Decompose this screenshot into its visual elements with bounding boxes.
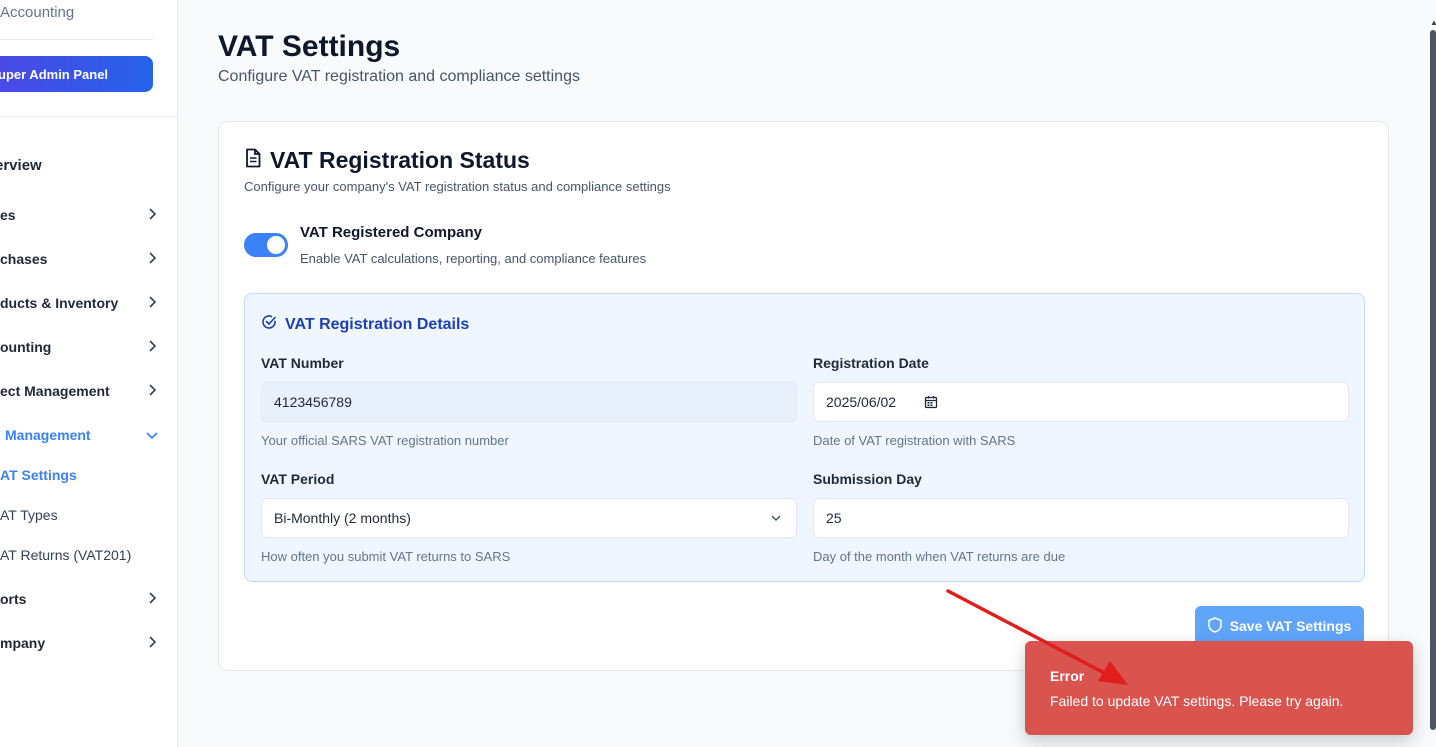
chevron-right-icon: [144, 383, 160, 399]
toast-message: Failed to update VAT settings. Please tr…: [1050, 693, 1344, 709]
sidebar-item-label: ducts & Inventory: [0, 295, 119, 311]
sidebar-item-sales[interactable]: es: [0, 203, 160, 227]
chevron-right-icon: [144, 251, 160, 267]
details-title-text: VAT Registration Details: [285, 315, 470, 333]
chevron-down-icon: [144, 427, 160, 443]
card-title: VAT Registration Status: [244, 147, 530, 174]
vat-number-label: VAT Number: [261, 355, 344, 371]
chevron-right-icon: [144, 591, 160, 607]
sidebar-divider: [0, 39, 153, 40]
sidebar-item-vat-management[interactable]: Management: [0, 423, 160, 447]
page-title: VAT Settings: [218, 30, 401, 63]
registration-date-value: 2025/06/02: [826, 394, 897, 410]
sidebar-item-label: orts: [0, 591, 27, 607]
registration-date-help: Date of VAT registration with SARS: [813, 433, 1016, 448]
sidebar-divider: [0, 116, 177, 117]
sidebar-item-label: chases: [0, 251, 48, 267]
vat-number-value: 4123456789: [274, 394, 352, 410]
toggle-description: Enable VAT calculations, reporting, and …: [300, 251, 647, 266]
page-scrollbar[interactable]: [1430, 30, 1436, 730]
vat-number-input[interactable]: 4123456789: [261, 382, 797, 422]
scroll-up-icon[interactable]: ▲: [1430, 18, 1436, 27]
document-icon: [244, 147, 262, 174]
registration-date-label: Registration Date: [813, 355, 929, 371]
card-title-text: VAT Registration Status: [270, 147, 530, 173]
sidebar-item-label: ect Management: [0, 383, 110, 399]
toggle-label: VAT Registered Company: [300, 224, 482, 241]
sidebar-item-project-management[interactable]: ect Management: [0, 379, 160, 403]
toggle-knob: [267, 236, 285, 254]
sidebar-item-products-inventory[interactable]: ducts & Inventory: [0, 291, 160, 315]
super-admin-panel-button[interactable]: uper Admin Panel: [0, 56, 153, 92]
vat-period-value: Bi-Monthly (2 months): [274, 510, 411, 526]
submission-day-value: 25: [826, 510, 842, 526]
submission-day-input[interactable]: 25: [813, 498, 1349, 538]
save-button-label: Save VAT Settings: [1229, 618, 1352, 634]
annotation-arrow-icon: [946, 589, 1128, 685]
sidebar-item-overview[interactable]: erview: [0, 157, 42, 174]
submission-day-help: Day of the month when VAT returns are du…: [813, 549, 1066, 564]
sidebar: Accounting uper Admin Panel erview es ch…: [0, 0, 178, 747]
chevron-down-icon: [770, 511, 782, 527]
brand-subtitle: Accounting: [0, 4, 75, 21]
submission-day-label: Submission Day: [813, 471, 922, 487]
sidebar-subitem-vat-returns[interactable]: AT Returns (VAT201): [0, 547, 131, 563]
sidebar-item-label: ounting: [0, 339, 52, 355]
card-subtitle: Configure your company's VAT registratio…: [244, 179, 671, 194]
shield-icon: [1207, 616, 1222, 636]
sidebar-item-accounting[interactable]: ounting: [0, 335, 160, 359]
chevron-right-icon: [144, 207, 160, 223]
sidebar-subitem-vat-types[interactable]: AT Types: [0, 507, 58, 523]
details-title: VAT Registration Details: [261, 314, 469, 335]
sidebar-item-company[interactable]: mpany: [0, 631, 160, 655]
calendar-icon[interactable]: [924, 395, 938, 409]
sidebar-subitem-vat-settings[interactable]: AT Settings: [0, 467, 77, 483]
page-subtitle: Configure VAT registration and complianc…: [218, 68, 580, 85]
check-circle-icon: [261, 314, 277, 335]
sidebar-item-label: Management: [5, 427, 91, 443]
vat-registered-toggle[interactable]: [244, 233, 288, 257]
vat-registration-details-panel: VAT Registration Details VAT Number 4123…: [244, 293, 1365, 582]
sidebar-item-label: mpany: [0, 635, 46, 651]
vat-period-help: How often you submit VAT returns to SARS: [261, 549, 511, 564]
sidebar-item-purchases[interactable]: chases: [0, 247, 160, 271]
vat-number-help: Your official SARS VAT registration numb…: [261, 433, 509, 448]
sidebar-item-label: es: [0, 207, 16, 223]
vat-period-label: VAT Period: [261, 471, 335, 487]
chevron-right-icon: [144, 295, 160, 311]
vat-registration-card: VAT Registration Status Configure your c…: [218, 121, 1389, 671]
vat-period-select[interactable]: Bi-Monthly (2 months): [261, 498, 797, 538]
chevron-right-icon: [144, 339, 160, 355]
registration-date-input[interactable]: 2025/06/02: [813, 382, 1349, 422]
save-vat-settings-button[interactable]: Save VAT Settings: [1195, 606, 1364, 646]
sidebar-item-reports[interactable]: orts: [0, 587, 160, 611]
chevron-right-icon: [144, 635, 160, 651]
